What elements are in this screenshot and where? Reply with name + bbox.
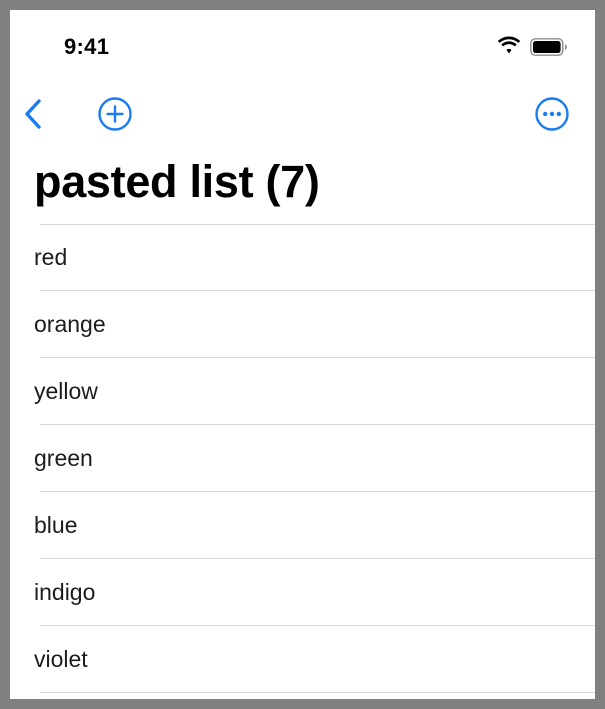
- list-item-label: green: [34, 445, 93, 471]
- list-item[interactable]: yellow: [10, 358, 595, 425]
- back-button[interactable]: [20, 92, 46, 136]
- list-item-label: orange: [34, 311, 106, 337]
- list-item-label: violet: [34, 646, 88, 672]
- status-bar: 9:41: [10, 10, 595, 84]
- list-item[interactable]: blue: [10, 492, 595, 559]
- status-time: 9:41: [64, 34, 110, 59]
- list-item[interactable]: violet: [10, 626, 595, 693]
- more-options-button[interactable]: [533, 92, 571, 136]
- list-item-label: indigo: [34, 579, 96, 605]
- list-item[interactable]: indigo: [10, 559, 595, 626]
- ellipsis-circle-icon: [535, 97, 569, 131]
- plus-circle-icon: [98, 97, 132, 131]
- items-list: red orange yellow green blue indigo viol…: [10, 224, 595, 693]
- list-item[interactable]: orange: [10, 291, 595, 358]
- page-title: pasted list (7): [34, 156, 320, 207]
- add-item-button[interactable]: [96, 92, 134, 136]
- navigation-bar: [10, 92, 595, 136]
- chevron-left-icon: [25, 99, 41, 129]
- phone-screen: 9:41 pasted list (7) red orange yellow g…: [10, 10, 595, 699]
- list-item-label: blue: [34, 512, 78, 538]
- list-item[interactable]: green: [10, 425, 595, 492]
- list-item[interactable]: red: [10, 224, 595, 291]
- wifi-icon: [497, 36, 521, 54]
- row-divider: [40, 692, 595, 693]
- list-item-label: yellow: [34, 378, 98, 404]
- list-item-label: red: [34, 244, 68, 270]
- battery-icon: [530, 38, 567, 56]
